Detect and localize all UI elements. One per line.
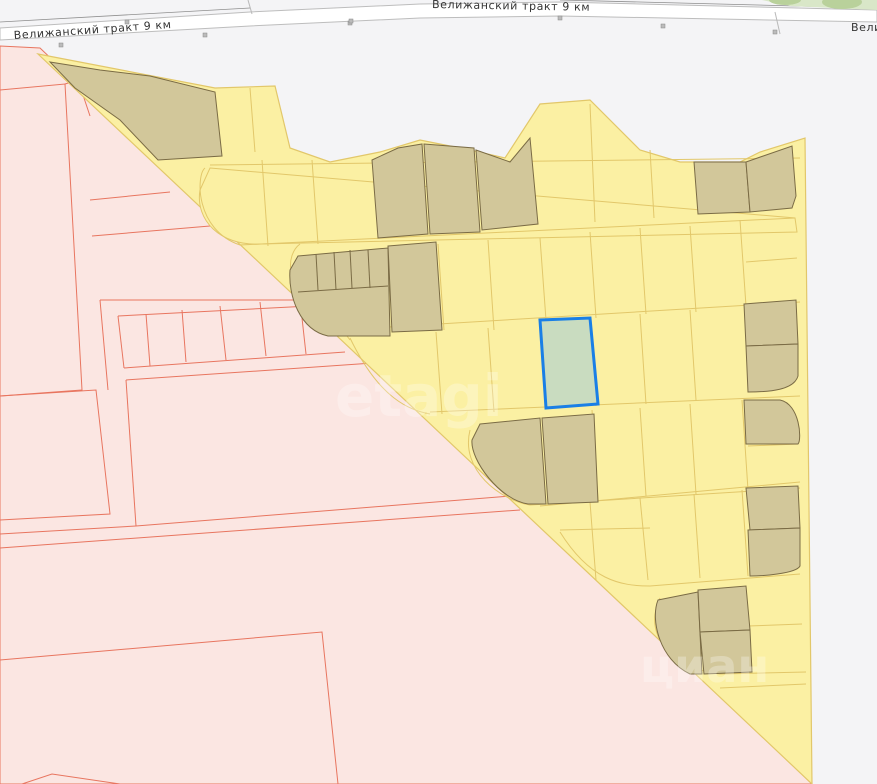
watermark-corner: циан — [640, 639, 769, 693]
road-label-right: Велиж — [851, 21, 877, 34]
map-canvas: Велижанский тракт 9 км Велижанский тракт… — [0, 0, 877, 784]
watermark-center: etagi — [335, 362, 503, 430]
cadastral-map[interactable]: Велижанский тракт 9 км Велижанский тракт… — [0, 0, 877, 784]
selected-plot[interactable] — [538, 316, 600, 410]
